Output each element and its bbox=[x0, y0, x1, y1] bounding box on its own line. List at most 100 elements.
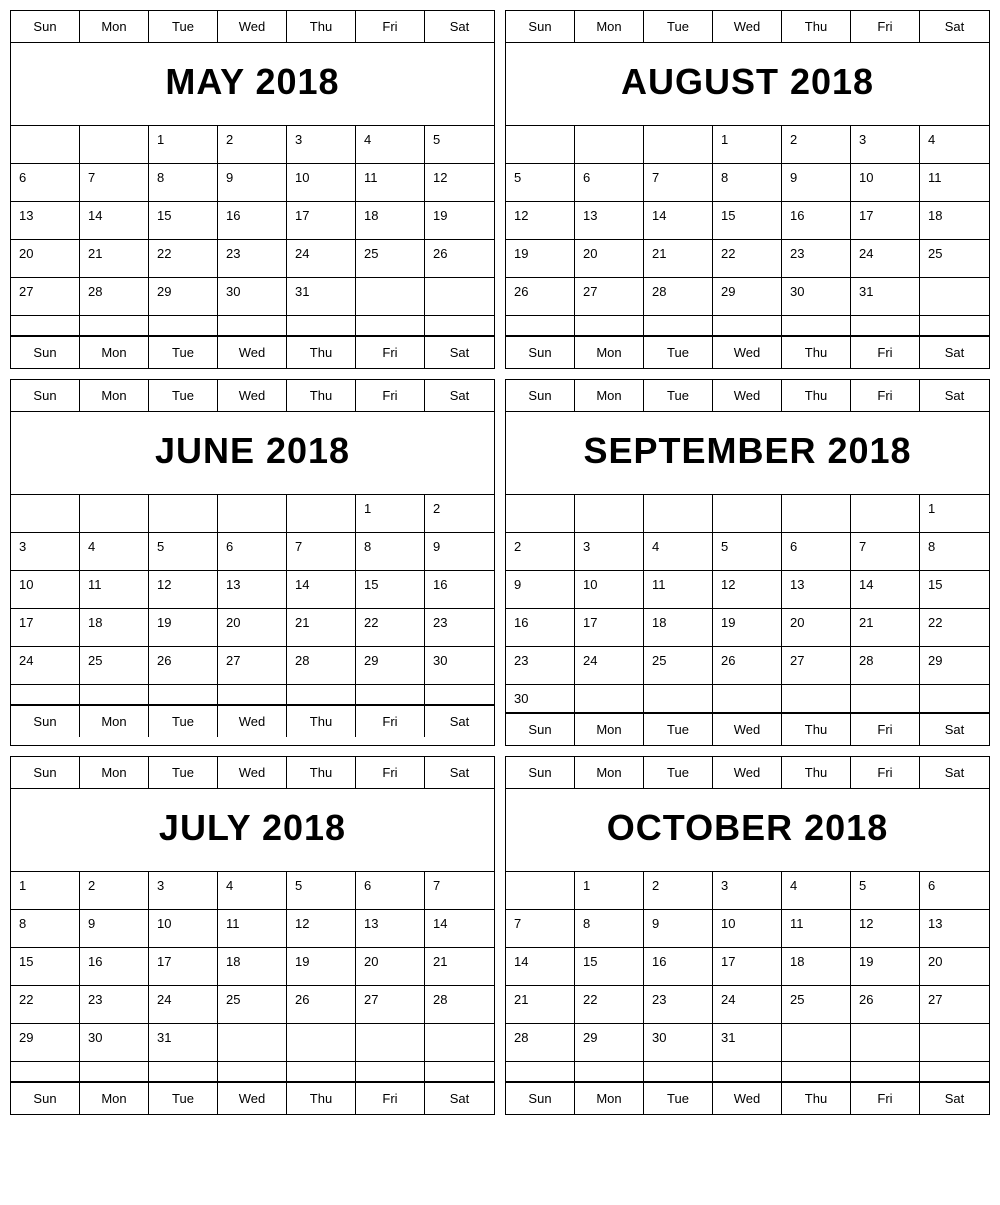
calendar-day-cell: 24 bbox=[149, 986, 218, 1024]
calendar-day-cell bbox=[149, 1062, 218, 1082]
calendar-day-cell: 9 bbox=[80, 910, 149, 948]
calendar-day-cell: 14 bbox=[80, 202, 149, 240]
calendar-day-cell: 14 bbox=[644, 202, 713, 240]
calendar-day-cell bbox=[218, 1062, 287, 1082]
calendar-day-cell: 4 bbox=[644, 533, 713, 571]
calendar-day-cell: 11 bbox=[644, 571, 713, 609]
calendar-day-cell: 5 bbox=[851, 872, 920, 910]
calendar-day-cell: 15 bbox=[11, 948, 80, 986]
calendar-day-cell: 31 bbox=[287, 278, 356, 316]
month-title: AUGUST 2018 bbox=[506, 43, 989, 126]
calendar-day-cell: 9 bbox=[644, 910, 713, 948]
calendar-day-cell: 28 bbox=[80, 278, 149, 316]
calendar-day-cell: 28 bbox=[644, 278, 713, 316]
calendar-day-cell: 26 bbox=[425, 240, 494, 278]
calendar-day-cell: 26 bbox=[506, 278, 575, 316]
calendar-day-cell: 21 bbox=[425, 948, 494, 986]
calendar-day-cell: 30 bbox=[425, 647, 494, 685]
calendar-day-cell: 13 bbox=[218, 571, 287, 609]
calendar-day-cell: 12 bbox=[713, 571, 782, 609]
calendar-day-cell: 31 bbox=[149, 1024, 218, 1062]
calendar-day-cell: 16 bbox=[782, 202, 851, 240]
footer-day-header: Mon bbox=[575, 1083, 644, 1114]
calendar-day-cell: 14 bbox=[851, 571, 920, 609]
calendar-day-cell: 30 bbox=[782, 278, 851, 316]
calendar-day-cell: 16 bbox=[80, 948, 149, 986]
day-header: Tue bbox=[149, 380, 218, 411]
day-header: Thu bbox=[287, 11, 356, 42]
calendar-day-cell: 13 bbox=[782, 571, 851, 609]
calendar-grid: 1234567891011121314151617181920212223242… bbox=[11, 126, 494, 336]
calendar-day-cell: 6 bbox=[575, 164, 644, 202]
calendar-day-cell bbox=[575, 685, 644, 713]
calendar-day-cell: 24 bbox=[575, 647, 644, 685]
day-header: Tue bbox=[644, 11, 713, 42]
day-header: Fri bbox=[851, 380, 920, 411]
footer-day-header: Sun bbox=[506, 714, 575, 745]
calendar-day-cell: 15 bbox=[920, 571, 989, 609]
calendar-day-cell: 19 bbox=[287, 948, 356, 986]
calendar-grid: 1234567891011121314151617181920212223242… bbox=[11, 495, 494, 705]
calendar-day-cell: 11 bbox=[356, 164, 425, 202]
footer-day-header: Tue bbox=[644, 714, 713, 745]
calendar-day-cell: 25 bbox=[80, 647, 149, 685]
calendar-day-cell bbox=[575, 495, 644, 533]
footer-day-header: Mon bbox=[80, 706, 149, 737]
calendar-day-cell: 18 bbox=[920, 202, 989, 240]
footer-day-header: Tue bbox=[149, 1083, 218, 1114]
calendar-day-cell: 28 bbox=[506, 1024, 575, 1062]
calendar-day-cell: 18 bbox=[644, 609, 713, 647]
calendar-day-cell: 14 bbox=[506, 948, 575, 986]
calendar-day-cell: 11 bbox=[218, 910, 287, 948]
calendar-day-cell: 20 bbox=[11, 240, 80, 278]
calendar-day-cell: 21 bbox=[644, 240, 713, 278]
calendar-day-cell bbox=[644, 495, 713, 533]
calendar-day-cell: 18 bbox=[80, 609, 149, 647]
calendar-day-cell bbox=[287, 316, 356, 336]
calendar-day-cell: 22 bbox=[575, 986, 644, 1024]
day-header: Sat bbox=[920, 757, 989, 788]
day-header: Fri bbox=[356, 11, 425, 42]
calendar-day-cell: 12 bbox=[425, 164, 494, 202]
calendar-day-cell: 4 bbox=[80, 533, 149, 571]
calendar-day-cell bbox=[149, 316, 218, 336]
calendar-day-cell: 25 bbox=[644, 647, 713, 685]
calendar-day-cell: 23 bbox=[506, 647, 575, 685]
calendar-day-cell: 10 bbox=[575, 571, 644, 609]
calendar-day-cell: 29 bbox=[713, 278, 782, 316]
footer-day-header: Wed bbox=[713, 714, 782, 745]
footer-day-header: Wed bbox=[218, 337, 287, 368]
calendar-day-cell: 17 bbox=[149, 948, 218, 986]
day-header: Thu bbox=[782, 11, 851, 42]
calendar-block-4: SunMonTueWedThuFriSatJULY 20181234567891… bbox=[10, 756, 495, 1115]
calendar-day-cell: 24 bbox=[287, 240, 356, 278]
footer-day-header: Tue bbox=[644, 1083, 713, 1114]
calendar-day-cell: 30 bbox=[644, 1024, 713, 1062]
calendar-day-cell bbox=[782, 495, 851, 533]
calendar-day-cell: 20 bbox=[782, 609, 851, 647]
day-header: Thu bbox=[287, 757, 356, 788]
calendar-day-cell: 8 bbox=[920, 533, 989, 571]
calendar-day-cell: 16 bbox=[506, 609, 575, 647]
calendar-day-cell: 30 bbox=[80, 1024, 149, 1062]
footer-day-header: Sun bbox=[11, 706, 80, 737]
calendar-day-cell: 16 bbox=[218, 202, 287, 240]
calendar-day-cell: 31 bbox=[851, 278, 920, 316]
calendar-day-cell: 4 bbox=[782, 872, 851, 910]
calendar-day-cell: 17 bbox=[11, 609, 80, 647]
calendar-day-cell: 15 bbox=[356, 571, 425, 609]
calendar-day-cell: 5 bbox=[425, 126, 494, 164]
calendar-day-cell: 26 bbox=[287, 986, 356, 1024]
footer-day-header: Thu bbox=[782, 714, 851, 745]
footer-day-header: Fri bbox=[356, 706, 425, 737]
calendar-day-cell bbox=[80, 316, 149, 336]
calendar-day-cell: 21 bbox=[80, 240, 149, 278]
footer-day-header: Tue bbox=[149, 337, 218, 368]
day-header: Mon bbox=[80, 11, 149, 42]
footer-day-header: Sun bbox=[11, 1083, 80, 1114]
calendar-day-cell: 9 bbox=[782, 164, 851, 202]
calendar-day-cell: 27 bbox=[920, 986, 989, 1024]
day-header: Fri bbox=[356, 757, 425, 788]
calendar-day-cell bbox=[782, 316, 851, 336]
calendar-day-cell bbox=[11, 495, 80, 533]
